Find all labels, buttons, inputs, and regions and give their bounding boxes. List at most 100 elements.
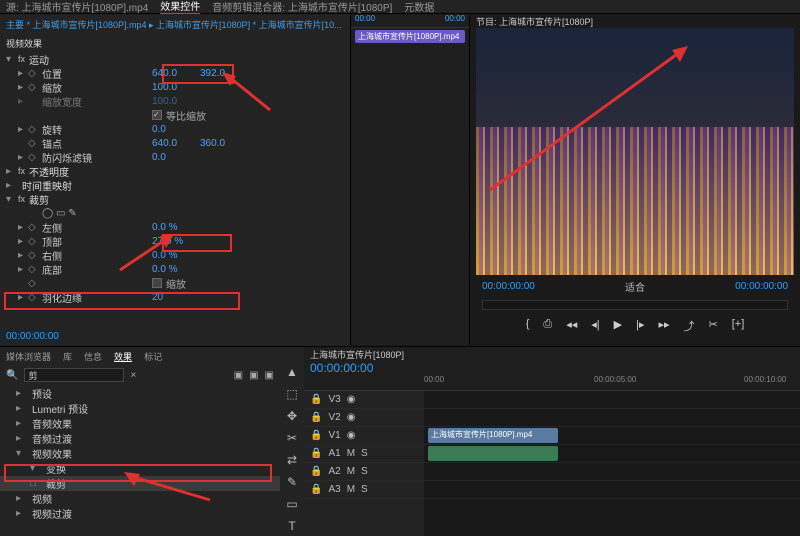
play-icon[interactable]: ▶ bbox=[614, 318, 622, 334]
lane-v2[interactable] bbox=[424, 409, 800, 427]
razor-tool-icon[interactable]: ✂ bbox=[287, 431, 297, 445]
fx-tree-item[interactable]: ▾视频效果 bbox=[0, 446, 280, 461]
track-head-a2[interactable]: 🔒A2MS bbox=[304, 463, 424, 481]
fx-tree-item[interactable]: ▸视频过渡 bbox=[0, 506, 280, 521]
eye-icon[interactable]: ◉ bbox=[347, 394, 356, 405]
step-forward-icon[interactable]: ▸▸ bbox=[658, 318, 669, 334]
mark-out-icon[interactable]: ⎙ bbox=[543, 318, 552, 334]
pen-tool-icon[interactable]: ✎ bbox=[287, 475, 297, 489]
tab-metadata[interactable]: 元数据 bbox=[404, 0, 434, 14]
tab-media-browser[interactable]: 媒体浏览器 bbox=[6, 350, 51, 363]
prop-scale[interactable]: ▸◇ 缩放 100.0 bbox=[0, 80, 350, 94]
ellipse-mask-icon[interactable]: ◯ bbox=[42, 208, 53, 219]
prop-crop-top[interactable]: ▸◇ 顶部 27.0 % bbox=[0, 234, 350, 248]
prop-crop-left[interactable]: ▸◇ 左侧 0.0 % bbox=[0, 220, 350, 234]
lock-icon[interactable]: 🔒 bbox=[310, 466, 322, 477]
prop-crop-bottom[interactable]: ▸◇ 底部 0.0 % bbox=[0, 262, 350, 276]
group-time-remap[interactable]: ▸ 时间重映射 bbox=[0, 178, 350, 192]
tab-effects[interactable]: 效果 bbox=[114, 350, 132, 363]
lane-a1[interactable] bbox=[424, 445, 800, 463]
prop-rotation[interactable]: ▸◇ 旋转 0.0 bbox=[0, 122, 350, 136]
lock-icon[interactable]: 🔒 bbox=[310, 394, 322, 405]
hand-tool-icon[interactable]: ▭ bbox=[286, 497, 297, 511]
fx-badge-yuv-icon[interactable]: ▣ bbox=[265, 370, 274, 381]
checkbox-icon[interactable] bbox=[152, 110, 162, 120]
lock-icon[interactable]: 🔒 bbox=[310, 484, 322, 495]
track-head-v1[interactable]: 🔒V1◉ bbox=[304, 427, 424, 445]
lane-a2[interactable] bbox=[424, 463, 800, 481]
clip-breadcrumb[interactable]: 主要 * 上海城市宣传片[1080P].mp4 ▸ 上海城市宣传片[1080P]… bbox=[0, 14, 350, 35]
frame-forward-icon[interactable]: |▸ bbox=[636, 318, 644, 334]
program-monitor[interactable] bbox=[476, 28, 794, 275]
fx-tree-item[interactable]: ▸音频过渡 bbox=[0, 431, 280, 446]
mute-icon[interactable]: M bbox=[347, 484, 355, 495]
tab-effect-controls[interactable]: 效果控件 bbox=[160, 0, 200, 15]
keyframe-icon[interactable]: ◇ bbox=[28, 68, 38, 79]
track-head-a3[interactable]: 🔒A3MS bbox=[304, 481, 424, 499]
timeline-ruler[interactable]: 00:00 00:00:05:00 00:00:10:00 00:00:15:0… bbox=[304, 375, 800, 391]
lane-a3[interactable] bbox=[424, 481, 800, 499]
lock-icon[interactable]: 🔒 bbox=[310, 430, 322, 441]
extract-icon[interactable]: ✂ bbox=[709, 318, 718, 334]
twirl-icon[interactable]: ▸ bbox=[18, 68, 24, 79]
group-crop[interactable]: ▾fx 裁剪 bbox=[0, 192, 350, 206]
program-scrubber[interactable] bbox=[482, 300, 788, 310]
sequence-title[interactable]: 上海城市宣传片[1080P] bbox=[304, 347, 800, 361]
tab-source[interactable]: 源: 上海城市宣传片[1080P].mp4 bbox=[6, 0, 148, 14]
tab-audio-mixer[interactable]: 音频剪辑混合器: 上海城市宣传片[1080P] bbox=[212, 0, 392, 14]
fx-tree-item[interactable]: ▸音频效果 bbox=[0, 416, 280, 431]
prop-anchor[interactable]: ◇ 锚点 640.0 360.0 bbox=[0, 136, 350, 150]
mute-icon[interactable]: M bbox=[347, 466, 355, 477]
track-head-v2[interactable]: 🔒V2◉ bbox=[304, 409, 424, 427]
eye-icon[interactable]: ◉ bbox=[347, 430, 356, 441]
effect-controls-tc[interactable]: 00:00:00:00 bbox=[6, 331, 59, 342]
tab-markers[interactable]: 标记 bbox=[144, 350, 162, 363]
frame-back-icon[interactable]: ◂| bbox=[591, 318, 599, 334]
fx-tree-item[interactable]: ▸视频 bbox=[0, 491, 280, 506]
track-head-a1[interactable]: 🔒A1MS bbox=[304, 445, 424, 463]
rect-mask-icon[interactable]: ▭ bbox=[56, 208, 65, 219]
type-tool-icon[interactable]: T bbox=[288, 519, 295, 533]
tab-library[interactable]: 库 bbox=[63, 350, 72, 363]
lane-v3[interactable] bbox=[424, 391, 800, 409]
slip-tool-icon[interactable]: ⇄ bbox=[287, 453, 297, 467]
track-area[interactable]: 上海城市宣传片[1080P].mp4 bbox=[424, 391, 800, 536]
crop-mask-shapes[interactable]: ◯ ▭ ✎ bbox=[0, 206, 350, 220]
search-clear-icon[interactable]: × bbox=[130, 370, 136, 381]
fx-tree-item[interactable]: □裁剪 bbox=[0, 476, 280, 491]
fx-tree-item[interactable]: ▸预设 bbox=[0, 386, 280, 401]
mute-icon[interactable]: M bbox=[347, 448, 355, 459]
twirl-icon[interactable]: ▾ bbox=[6, 54, 14, 65]
prop-position[interactable]: ▸◇ 位置 640.0 392.0 bbox=[0, 66, 350, 80]
mini-clip[interactable]: 上海城市宣传片[1080P].mp4 bbox=[355, 30, 465, 43]
selection-tool-icon[interactable]: ▲ bbox=[286, 365, 298, 379]
prop-crop-right[interactable]: ▸◇ 右侧 0.0 % bbox=[0, 248, 350, 262]
prop-scale-width[interactable]: ▸ 缩放宽度 100.0 bbox=[0, 94, 350, 108]
fx-badge-accel-icon[interactable]: ▣ bbox=[249, 370, 258, 381]
prop-antiflicker[interactable]: ▸◇ 防闪烁滤镜 0.0 bbox=[0, 150, 350, 164]
tab-info[interactable]: 信息 bbox=[84, 350, 102, 363]
lock-icon[interactable]: 🔒 bbox=[310, 412, 322, 423]
solo-icon[interactable]: S bbox=[361, 484, 368, 495]
lock-icon[interactable]: 🔒 bbox=[310, 448, 322, 459]
export-frame-icon[interactable]: [+] bbox=[732, 318, 745, 334]
track-select-tool-icon[interactable]: ⬚ bbox=[286, 387, 297, 401]
timeline-timecode[interactable]: 00:00:00:00 bbox=[304, 361, 800, 375]
position-x[interactable]: 640.0 bbox=[152, 68, 188, 79]
ripple-tool-icon[interactable]: ✥ bbox=[287, 409, 297, 423]
timeline-clip-audio[interactable] bbox=[428, 446, 558, 461]
step-back-icon[interactable]: ◂◂ bbox=[566, 318, 577, 334]
fx-badge-32-icon[interactable]: ▣ bbox=[234, 370, 243, 381]
eye-icon[interactable]: ◉ bbox=[347, 412, 356, 423]
prop-crop-zoom[interactable]: ◇ 缩放 bbox=[0, 276, 350, 290]
mark-in-icon[interactable]: { bbox=[526, 318, 530, 334]
solo-icon[interactable]: S bbox=[361, 466, 368, 477]
group-opacity[interactable]: ▸fx 不透明度 bbox=[0, 164, 350, 178]
group-motion[interactable]: ▾ fx 运动 bbox=[0, 52, 350, 66]
pen-mask-icon[interactable]: ✎ bbox=[68, 208, 76, 219]
zoom-fit[interactable]: 适合 bbox=[625, 279, 645, 294]
lift-icon[interactable]: ⤴ bbox=[684, 318, 695, 334]
effects-search-input[interactable] bbox=[24, 368, 124, 382]
timeline-clip-video[interactable]: 上海城市宣传片[1080P].mp4 bbox=[428, 428, 558, 443]
solo-icon[interactable]: S bbox=[361, 448, 368, 459]
